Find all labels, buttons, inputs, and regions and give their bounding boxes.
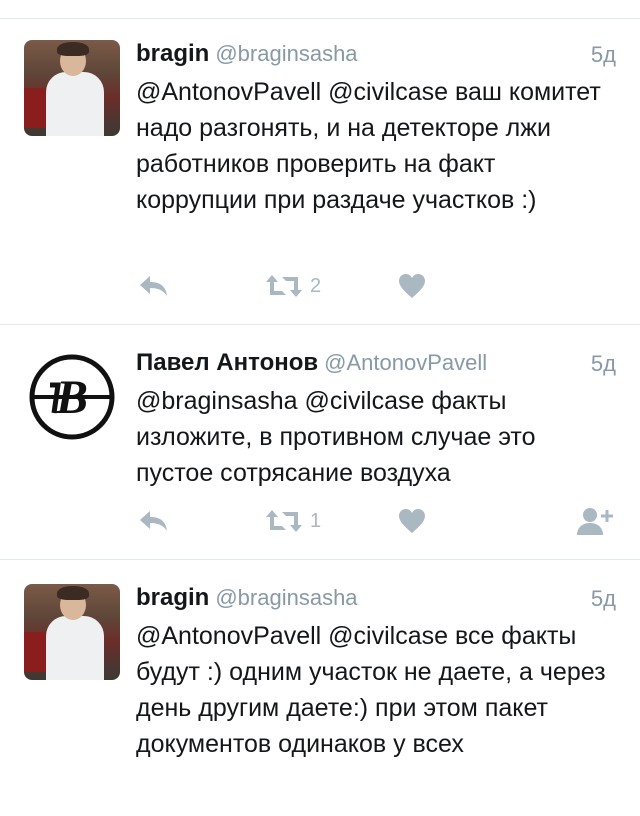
- avatar-hair: [57, 42, 89, 56]
- like-button[interactable]: [398, 505, 426, 537]
- retweet-button[interactable]: 1: [264, 505, 321, 537]
- like-button[interactable]: [398, 270, 426, 302]
- display-name[interactable]: bragin: [136, 584, 209, 611]
- reply-button[interactable]: [138, 505, 170, 537]
- reply-button[interactable]: [138, 270, 170, 302]
- tweet-header: bragin @braginsasha: [136, 40, 616, 68]
- avatar-hair: [57, 586, 89, 600]
- follow-user-icon: [577, 508, 613, 535]
- retweet-icon: [266, 510, 302, 532]
- tweet-actions: 2: [136, 270, 616, 302]
- username[interactable]: @braginsasha: [215, 585, 357, 610]
- timestamp: 5д: [590, 586, 616, 611]
- username[interactable]: @AntonovPavell: [324, 350, 487, 375]
- tweet-header: Павел Антонов @AntonovPavell: [136, 349, 616, 377]
- retweet-icon: [266, 275, 302, 297]
- tweet[interactable]: B Павел Антонов @AntonovPavell 5д @bragin…: [0, 325, 640, 559]
- tweet[interactable]: bragin @braginsasha 5д @AntonovPavell @ci…: [0, 0, 640, 324]
- tweet-text: @AntonovPavell @civilcase все факты буду…: [136, 622, 606, 758]
- tweet-text: @AntonovPavell @civilcase ваш комитет на…: [136, 78, 601, 214]
- avatar[interactable]: [24, 40, 120, 136]
- timestamp: 5д: [590, 42, 616, 67]
- follow-button[interactable]: [576, 505, 614, 537]
- display-name[interactable]: bragin: [136, 40, 209, 67]
- avatar[interactable]: B: [24, 349, 120, 445]
- timestamp: 5д: [590, 351, 616, 376]
- reply-icon: [140, 276, 167, 296]
- heart-icon: [399, 509, 425, 533]
- logo-avatar-icon: B: [29, 354, 115, 440]
- username[interactable]: @braginsasha: [215, 41, 357, 66]
- retweet-count: 2: [310, 274, 322, 297]
- avatar-figure: [46, 72, 104, 136]
- avatar[interactable]: [24, 584, 120, 680]
- tweet-header: bragin @braginsasha: [136, 584, 616, 612]
- display-name[interactable]: Павел Антонов: [136, 349, 318, 376]
- retweet-count: 1: [310, 509, 322, 532]
- tweet-actions: 1: [136, 505, 616, 537]
- retweet-button[interactable]: 2: [264, 270, 321, 302]
- tweet-text: @braginsasha @civilcase факты изложите, …: [136, 387, 536, 487]
- tweet[interactable]: bragin @braginsasha 5д @AntonovPavell @ci…: [0, 560, 640, 816]
- svg-text:B: B: [55, 371, 88, 424]
- avatar-figure: [46, 616, 104, 680]
- heart-icon: [399, 274, 425, 298]
- reply-icon: [140, 511, 167, 531]
